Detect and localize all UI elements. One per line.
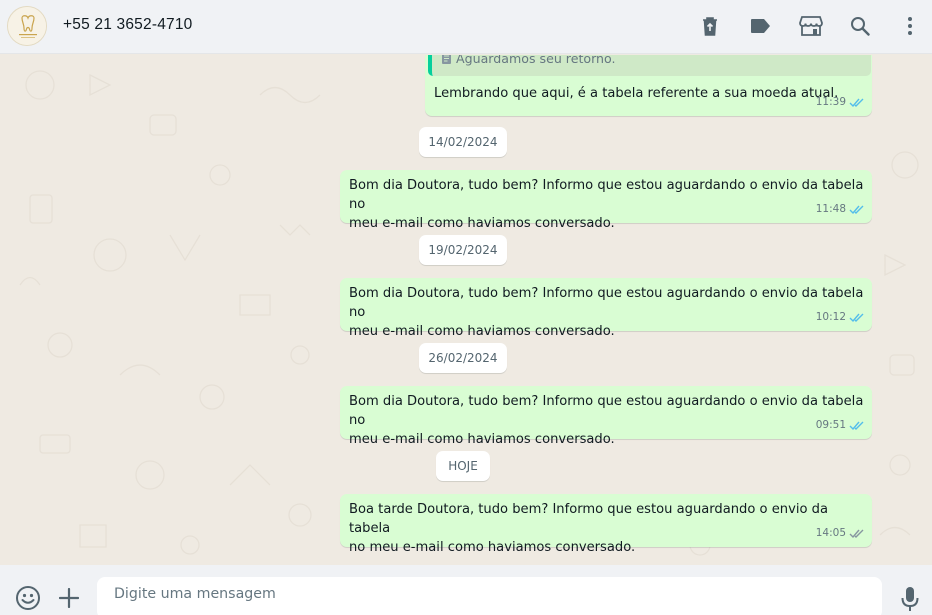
quoted-text: Aguardamos seu retorno. [456, 55, 616, 66]
message-input[interactable] [97, 577, 882, 615]
message-time: 11:39 [815, 96, 846, 108]
attach-plus-icon[interactable] [58, 587, 80, 609]
document-icon [442, 55, 451, 64]
contact-name[interactable]: +55 21 3652-4710 [63, 16, 192, 34]
outgoing-message[interactable]: Aguardamos seu retorno. Lembrando que aq… [425, 55, 872, 116]
message-line: meu e-mail como haviamos conversado. [349, 324, 615, 339]
message-text: Bom dia Doutora, tudo bem? Informo que e… [349, 392, 872, 449]
date-divider: HOJE [436, 451, 490, 481]
outgoing-message[interactable]: Bom dia Doutora, tudo bem? Informo que e… [340, 278, 872, 339]
date-divider-label: 14/02/2024 [428, 135, 498, 149]
message-meta: 11:39 [816, 93, 865, 112]
menu-icon[interactable] [898, 13, 922, 39]
message-meta: 11:48 [816, 200, 865, 219]
message-text: Bom dia Doutora, tudo bem? Informo que e… [349, 176, 872, 233]
outgoing-message[interactable]: Bom dia Doutora, tudo bem? Informo que e… [340, 386, 872, 447]
message-line: Bom dia Doutora, tudo bem? Informo que e… [349, 178, 864, 212]
store-icon[interactable] [797, 13, 824, 39]
quoted-message[interactable]: Aguardamos seu retorno. [428, 55, 871, 76]
message-line: Bom dia Doutora, tudo bem? Informo que e… [349, 286, 864, 320]
date-divider-label: 19/02/2024 [428, 243, 498, 257]
double-check-delivered-icon [849, 529, 864, 539]
message-line: Boa tarde Doutora, tudo bem? Informo que… [349, 502, 828, 536]
chat-header: +55 21 3652-4710 [0, 0, 932, 54]
contact-avatar[interactable] [7, 6, 47, 46]
message-text: Lembrando que aqui, é a tabela referente… [434, 86, 839, 101]
message-text: Boa tarde Doutora, tudo bem? Informo que… [349, 500, 872, 557]
message-line: meu e-mail como haviamos conversado. [349, 432, 615, 447]
double-check-read-icon [849, 313, 864, 323]
message-line: Bom dia Doutora, tudo bem? Informo que e… [349, 394, 864, 428]
message-time: 09:51 [815, 419, 846, 431]
message-time: 11:48 [815, 203, 846, 215]
date-divider-label: HOJE [448, 459, 478, 473]
message-line: meu e-mail como haviamos conversado. [349, 216, 615, 231]
date-divider-label: 26/02/2024 [428, 351, 498, 365]
date-divider: 26/02/2024 [419, 343, 507, 373]
microphone-icon[interactable] [900, 585, 920, 613]
message-time: 10:12 [815, 311, 846, 323]
message-meta: 14:05 [816, 524, 865, 543]
message-line: no meu e-mail como haviamos conversado. [349, 540, 636, 555]
message-meta: 09:51 [816, 416, 865, 435]
emoji-icon[interactable] [15, 585, 41, 611]
message-text: Bom dia Doutora, tudo bem? Informo que e… [349, 284, 872, 341]
chat-area[interactable]: Aguardamos seu retorno. Lembrando que aq… [0, 55, 932, 565]
date-divider: 14/02/2024 [419, 127, 507, 157]
double-check-read-icon [849, 205, 864, 215]
trash-icon[interactable] [698, 13, 722, 39]
label-tag-icon[interactable] [748, 13, 772, 39]
outgoing-message[interactable]: Boa tarde Doutora, tudo bem? Informo que… [340, 494, 872, 555]
outgoing-message[interactable]: Bom dia Doutora, tudo bem? Informo que e… [340, 170, 872, 231]
message-meta: 10:12 [816, 308, 865, 327]
date-divider: 19/02/2024 [419, 235, 507, 265]
message-composer [0, 565, 932, 615]
message-time: 14:05 [815, 527, 846, 539]
double-check-read-icon [849, 98, 864, 108]
double-check-read-icon [849, 421, 864, 431]
search-icon[interactable] [848, 13, 872, 39]
